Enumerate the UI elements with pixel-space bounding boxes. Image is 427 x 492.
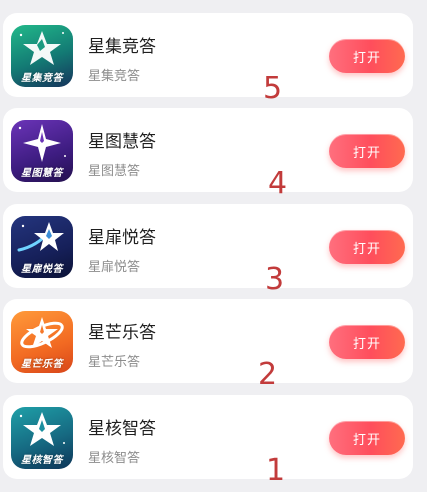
app-card[interactable]: 星芒乐答 星芒乐答 星芒乐答 2 打开 bbox=[3, 299, 413, 392]
app-name: 星集竞答 bbox=[88, 37, 156, 57]
open-button[interactable]: 打开 bbox=[329, 134, 405, 168]
app-list: 星集竞答 星集竞答 星集竞答 5 打开 星图慧答 星图慧答 星图慧答 4 打开 bbox=[0, 0, 427, 492]
icon-caption: 星集竞答 bbox=[21, 73, 63, 84]
star-icon bbox=[19, 31, 64, 65]
orange-orbit-star-icon[interactable]: 星芒乐答 bbox=[11, 311, 73, 373]
app-subtitle: 星核智答 bbox=[88, 451, 141, 466]
orbit-star-icon bbox=[20, 317, 64, 349]
compass-star-icon bbox=[18, 124, 66, 162]
app-card[interactable]: 星集竞答 星集竞答 星集竞答 5 打开 bbox=[3, 13, 413, 106]
app-card[interactable]: 星核智答 星核智答 星核智答 1 打开 bbox=[3, 395, 413, 488]
app-name: 星扉悦答 bbox=[88, 228, 156, 248]
app-card[interactable]: 星图慧答 星图慧答 星图慧答 4 打开 bbox=[3, 108, 413, 201]
star-icon bbox=[19, 412, 65, 446]
icon-caption: 星芒乐答 bbox=[21, 359, 63, 370]
icon-caption: 星图慧答 bbox=[21, 168, 63, 179]
app-name: 星图慧答 bbox=[88, 132, 156, 152]
open-button[interactable]: 打开 bbox=[329, 39, 405, 73]
app-name: 星核智答 bbox=[88, 419, 156, 439]
purple-compass-star-icon[interactable]: 星图慧答 bbox=[11, 120, 73, 182]
app-subtitle: 星扉悦答 bbox=[88, 260, 141, 275]
app-card[interactable]: 星扉悦答 星扉悦答 星扉悦答 3 打开 bbox=[3, 204, 413, 297]
shooting-star-icon bbox=[17, 222, 64, 252]
rank-number: 4 bbox=[268, 166, 288, 201]
open-button[interactable]: 打开 bbox=[329, 325, 405, 359]
app-subtitle: 星集竞答 bbox=[88, 69, 141, 84]
open-button[interactable]: 打开 bbox=[329, 230, 405, 264]
open-button[interactable]: 打开 bbox=[329, 421, 405, 455]
app-subtitle: 星芒乐答 bbox=[88, 355, 141, 370]
rank-number: 5 bbox=[263, 71, 283, 106]
icon-caption: 星扉悦答 bbox=[21, 264, 63, 275]
rank-number: 1 bbox=[266, 453, 286, 488]
navy-shooting-star-icon[interactable]: 星扉悦答 bbox=[11, 216, 73, 278]
rank-number: 2 bbox=[258, 357, 278, 392]
icon-caption: 星核智答 bbox=[21, 455, 63, 466]
teal-star-icon[interactable]: 星核智答 bbox=[11, 407, 73, 469]
app-name: 星芒乐答 bbox=[88, 323, 156, 343]
rank-number: 3 bbox=[265, 262, 285, 297]
green-star-icon[interactable]: 星集竞答 bbox=[11, 25, 73, 87]
app-subtitle: 星图慧答 bbox=[88, 164, 141, 179]
